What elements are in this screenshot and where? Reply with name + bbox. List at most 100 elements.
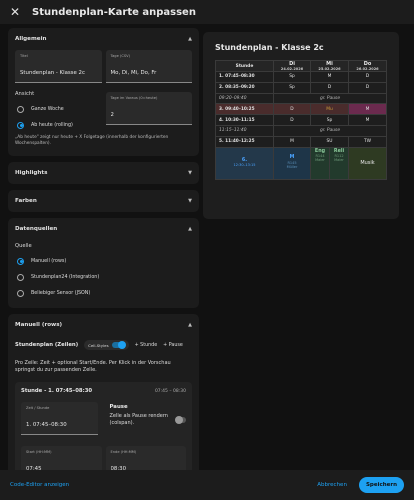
table-cell[interactable]: M R145 Müller: [273, 146, 311, 180]
section-colors-header[interactable]: Farben ▼: [8, 190, 199, 212]
view-label: Ansicht: [15, 91, 35, 97]
sub-cell: Eng R144 Maier: [311, 147, 330, 179]
cell-teacher: Maier: [315, 158, 325, 163]
section-manual-header[interactable]: Manuell (rows) ▲: [8, 314, 199, 336]
day-header[interactable]: Mi 25.02.2026: [310, 60, 349, 72]
save-button[interactable]: Speichern: [358, 477, 404, 493]
table-cell[interactable]: D: [273, 114, 311, 126]
cancel-button[interactable]: Abbrechen: [317, 482, 347, 488]
table-cell[interactable]: Sp: [273, 81, 311, 94]
row-label[interactable]: 09:20–09:40: [215, 92, 274, 105]
dialog-footer: Code-Editor anzeigen Abbrechen Speichern: [0, 470, 414, 500]
start-field[interactable]: Start (HH:MM): [21, 446, 102, 470]
toggle-switch[interactable]: [111, 341, 126, 349]
radio-icon: [17, 273, 24, 281]
view-option-rolling-label: Ab heute (rolling): [31, 122, 73, 128]
row-label[interactable]: 11:15–11:40: [215, 124, 274, 137]
end-field-label: Ende (HH:MM): [110, 450, 137, 454]
rows-heading: Stundenplan (Zeilen): [15, 342, 79, 348]
time-input[interactable]: [26, 422, 93, 428]
dialog-title: Stundenplan-Karte anpassen: [32, 6, 196, 18]
pause-toggle[interactable]: [175, 416, 186, 424]
day-date: 26.02.2026: [356, 67, 379, 71]
chevron-up-icon: ▲: [188, 322, 192, 328]
days-input[interactable]: [110, 70, 187, 76]
table-cell[interactable]: D: [310, 81, 349, 94]
table-cell[interactable]: Sp: [310, 114, 349, 126]
rows-help-text: Pro Zeile: Zeit + optional Start/Ende. P…: [15, 360, 171, 373]
section-datasources-title: Datenquellen: [15, 226, 58, 232]
cell-styles-toggle[interactable]: Cell-Styles: [84, 340, 129, 350]
table-cell[interactable]: Musik: [348, 146, 387, 180]
radio-icon: [17, 289, 24, 297]
title-field-label: Titel: [20, 54, 28, 58]
section-highlights-title: Highlights: [15, 170, 48, 176]
source-option-stundenplan24[interactable]: Stundenplan24 (Integration): [15, 269, 192, 285]
row-label[interactable]: 5. 11:40–12:25: [215, 135, 274, 148]
section-highlights-header[interactable]: Highlights ▼: [8, 162, 199, 184]
source-option-sensor[interactable]: Beliebiger Sensor (JSON): [15, 285, 192, 301]
source-option-manual-label: Manuell (rows): [31, 258, 67, 264]
start-field-label: Start (HH:MM): [26, 450, 52, 454]
preview-title: Stundenplan - Klasse 2c: [215, 43, 324, 52]
table-cell[interactable]: D: [273, 103, 311, 116]
table-cell[interactable]: M: [348, 103, 387, 116]
end-field[interactable]: Ende (HH:MM): [105, 446, 186, 470]
table-cell[interactable]: D: [348, 81, 387, 94]
days-ahead-field[interactable]: Tage im Voraus (0=heute): [105, 92, 192, 125]
pause-cell[interactable]: gr. Pause: [273, 124, 387, 137]
pause-row: 09:20–09:40 gr. Pause: [215, 92, 387, 105]
source-option-manual[interactable]: Manuell (rows): [15, 253, 192, 269]
source-option-stundenplan24-label: Stundenplan24 (Integration): [31, 274, 100, 280]
cell-styles-label: Cell-Styles: [88, 342, 109, 348]
rows-toolbar: Stundenplan (Zeilen) Cell-Styles + Stund…: [15, 340, 192, 350]
day-header[interactable]: Do 26.02.2026: [348, 60, 387, 72]
chevron-up-icon: ▲: [188, 36, 192, 42]
preview-card: Stundenplan - Klasse 2c Stunde Di 24.02.2…: [203, 32, 399, 219]
sub-cell: Reli R112 Maier: [330, 148, 348, 179]
chevron-down-icon: ▼: [188, 198, 192, 204]
row-label[interactable]: 4. 10:30–11:15: [215, 114, 274, 126]
table-row: 5. 11:40–12:25 M SU TW: [215, 135, 387, 148]
table-cell-split[interactable]: Eng R144 Maier Reli R112 Maier: [310, 146, 349, 180]
add-pause-button[interactable]: + Pause: [163, 343, 183, 348]
row-card-title: Stunde - 1. 07:45–08:30: [21, 388, 93, 394]
table-cell[interactable]: M: [273, 135, 311, 148]
timetable: Stunde Di 24.02.2026 Mi 25.02.2026 Do 26.02…: [215, 60, 387, 180]
view-option-week[interactable]: Ganze Woche: [15, 101, 102, 117]
row-label[interactable]: 1. 07:45–08:30: [215, 71, 274, 83]
section-manual: Manuell (rows) ▲ Stundenplan (Zeilen) Ce…: [8, 314, 199, 470]
days-field[interactable]: Tage (CSV): [105, 50, 192, 83]
table-cell[interactable]: Sp: [273, 71, 311, 83]
row-card-time-range: 07:45 – 08:30: [154, 388, 186, 394]
table-cell[interactable]: Mu: [310, 103, 349, 116]
days-field-label: Tage (CSV): [110, 54, 131, 58]
section-general-title: Allgemein: [15, 36, 47, 42]
day-header[interactable]: Di 24.02.2026: [273, 60, 311, 72]
table-cell[interactable]: M: [310, 71, 349, 83]
section-general: Allgemein ▲ Titel Tage (CSV) Ansicht: [8, 28, 199, 156]
table-row-highlight: 6. 12:30–13:15 M R145 Müller Eng R144 Ma…: [215, 146, 387, 180]
view-option-rolling[interactable]: Ab heute (rolling): [15, 117, 102, 133]
table-cell[interactable]: SU: [310, 135, 349, 148]
section-general-header[interactable]: Allgemein ▲: [8, 28, 199, 50]
title-field[interactable]: Titel: [15, 50, 102, 83]
days-ahead-input[interactable]: [110, 112, 187, 118]
add-lesson-button[interactable]: + Stunde: [135, 343, 158, 348]
day-date: 24.02.2026: [280, 67, 304, 71]
cell-teacher: Maier: [334, 158, 344, 163]
chevron-down-icon: ▼: [188, 170, 192, 176]
pause-cell[interactable]: gr. Pause: [273, 92, 387, 105]
table-cell[interactable]: D: [348, 71, 387, 83]
code-editor-button[interactable]: Code-Editor anzeigen: [10, 482, 69, 488]
radio-checked-icon: [17, 257, 24, 265]
time-field[interactable]: Zeit / Stunde: [21, 402, 98, 435]
table-cell[interactable]: TW: [348, 135, 387, 148]
section-datasources-header[interactable]: Datenquellen ▲: [8, 218, 199, 240]
table-cell[interactable]: M: [348, 114, 387, 126]
row-label[interactable]: 6. 12:30–13:15: [215, 146, 274, 180]
row-label[interactable]: 2. 08:35–09:20: [215, 81, 274, 94]
row-label[interactable]: 3. 09:40–10:25: [215, 103, 274, 116]
title-input[interactable]: [20, 70, 97, 76]
close-icon[interactable]: ✕: [8, 5, 22, 19]
